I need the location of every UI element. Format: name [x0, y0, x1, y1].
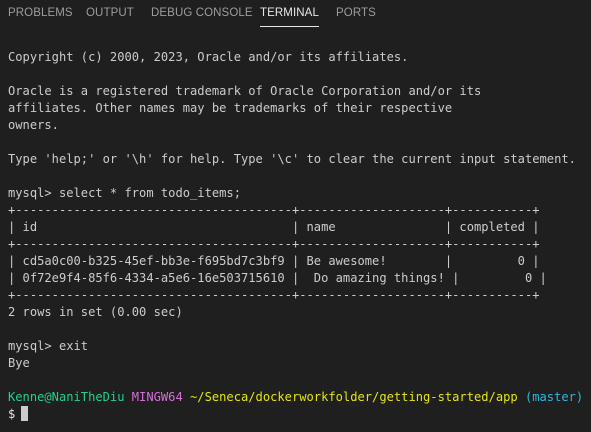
- help-line: Type 'help;' or '\h' for help. Type '\c'…: [8, 152, 576, 166]
- shell-input-line[interactable]: $: [8, 406, 29, 423]
- tab-debug-console[interactable]: DEBUG CONSOLE: [151, 6, 253, 20]
- tab-problems[interactable]: PROBLEMS: [8, 6, 73, 20]
- table-row: | cd5a0c00-b325-45ef-bb3e-f695bd7c3bf9 |…: [8, 254, 540, 268]
- select-query-line: mysql> select * from todo_items;: [8, 186, 241, 200]
- tab-terminal[interactable]: TERMINAL: [260, 6, 319, 27]
- table-border-mid: +--------------------------------------+…: [8, 237, 540, 251]
- tab-terminal-label: TERMINAL: [260, 7, 319, 19]
- table-border-bottom: +--------------------------------------+…: [8, 288, 540, 302]
- tab-ports[interactable]: PORTS: [336, 6, 376, 20]
- trademark-line-2: affiliates. Other names may be trademark…: [8, 101, 453, 115]
- exit-command-line: mysql> exit: [8, 339, 89, 353]
- bye-line: Bye: [8, 356, 30, 370]
- cursor-block: [21, 406, 29, 421]
- table-header-row: | id | name | completed |: [8, 220, 540, 234]
- trademark-line-3: owners.: [8, 118, 59, 132]
- tab-output[interactable]: OUTPUT: [86, 6, 134, 20]
- shell-prompt-info: Kenne@NaniTheDiu MINGW64 ~/Seneca/docker…: [8, 389, 583, 406]
- copyright-line: Copyright (c) 2000, 2023, Oracle and/or …: [8, 50, 409, 64]
- prompt-symbol: $: [8, 407, 16, 421]
- prompt-shell: MINGW64: [131, 390, 183, 404]
- trademark-line-1: Oracle is a registered trademark of Orac…: [8, 84, 482, 98]
- active-tab-indicator: [260, 26, 319, 27]
- panel-tab-bar: PROBLEMS OUTPUT DEBUG CONSOLE TERMINAL P…: [0, 0, 591, 30]
- terminal-output[interactable]: Copyright (c) 2000, 2023, Oracle and/or …: [0, 30, 591, 432]
- prompt-branch: (master): [524, 390, 584, 404]
- rows-in-set-line: 2 rows in set (0.00 sec): [8, 305, 183, 319]
- prompt-path: ~/Seneca/dockerworkfolder/getting-starte…: [190, 390, 518, 404]
- prompt-user-host: Kenne@NaniTheDiu: [8, 390, 125, 404]
- table-border-top: +--------------------------------------+…: [8, 203, 540, 217]
- table-row: | 0f72e9f4-85f6-4334-a5e6-16e503715610 |…: [8, 271, 547, 285]
